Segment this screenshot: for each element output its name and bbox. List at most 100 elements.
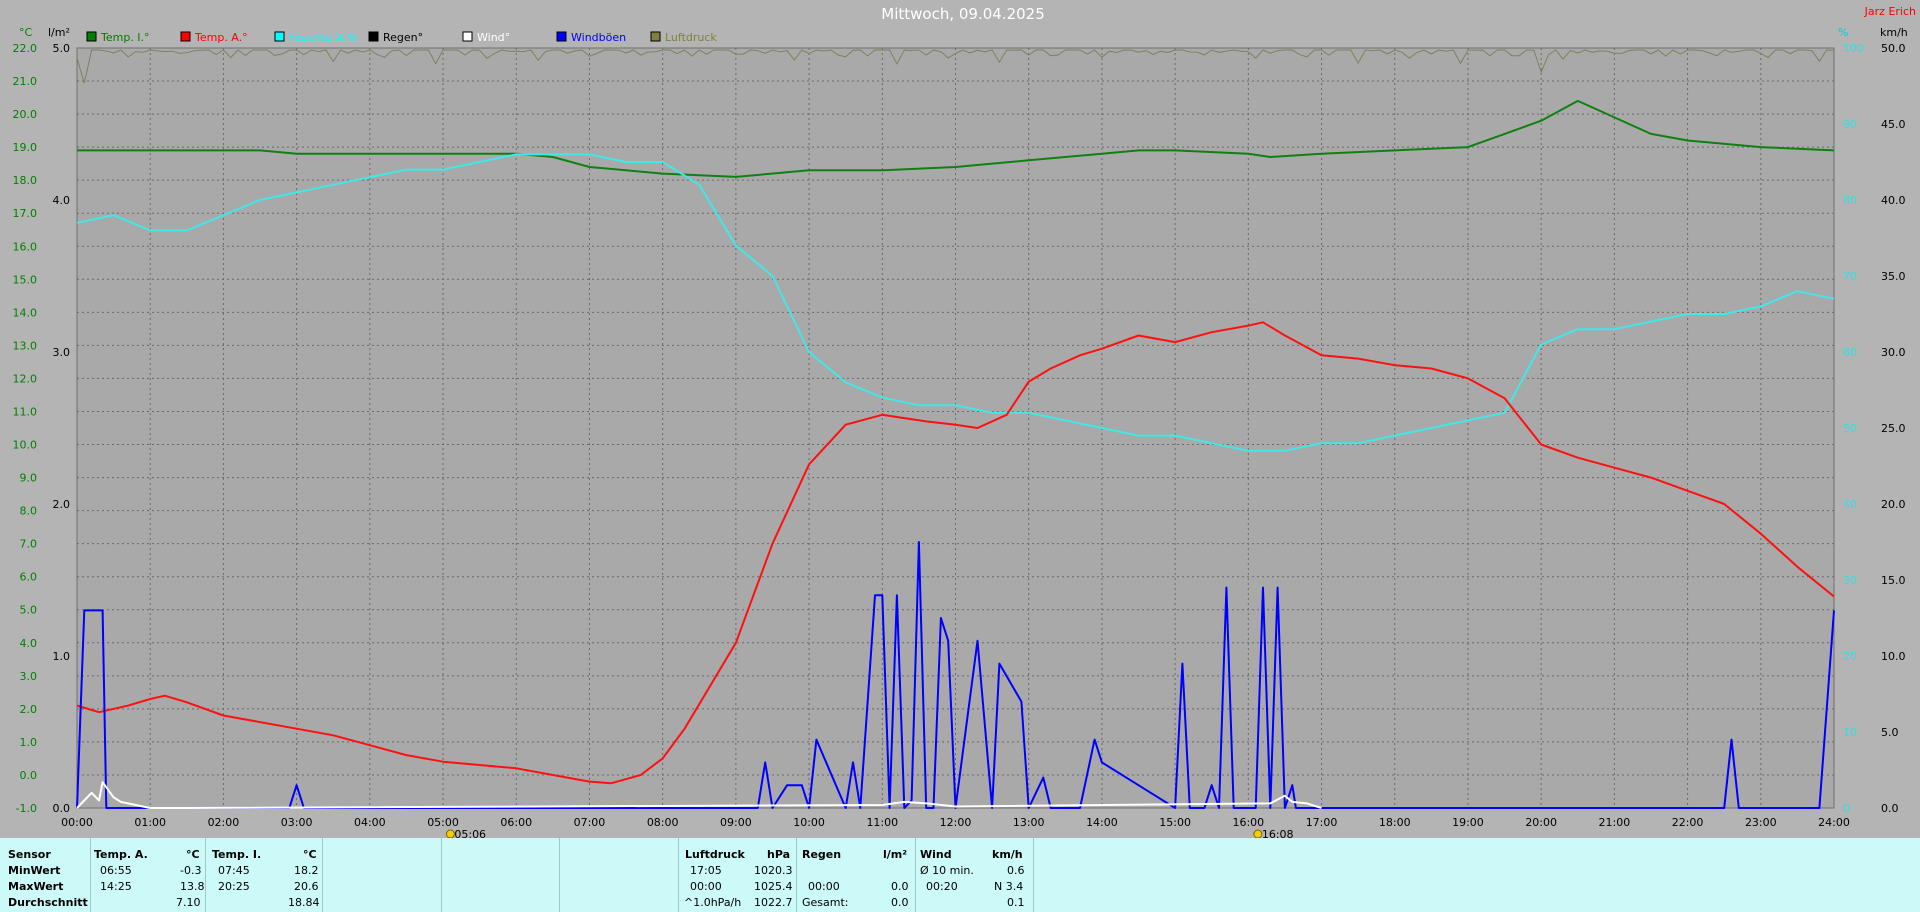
pressure-min-val: 1020.3 <box>754 864 793 877</box>
row-header-min: MinWert <box>8 864 61 877</box>
humidity-tick-label: 80 <box>1843 194 1857 207</box>
rain-axis-unit: l/m² <box>48 26 70 39</box>
pressure-min-time: 17:05 <box>690 864 722 877</box>
humidity-axis-unit: % <box>1838 26 1848 39</box>
sun-marker-label: 16:08 <box>1262 828 1294 838</box>
temp-tick-label: 18.0 <box>13 174 38 187</box>
row-header-sensor: Sensor <box>8 848 51 861</box>
rain-total-label: Gesamt: <box>802 896 849 909</box>
temp-i-unit: °C <box>303 848 317 861</box>
temp-i-min-time: 07:45 <box>218 864 250 877</box>
temp-tick-label: 2.0 <box>20 703 38 716</box>
temp-tick-label: 8.0 <box>20 505 38 518</box>
pressure-unit: hPa <box>767 848 791 861</box>
rain-max-val: 0.0 <box>891 880 909 893</box>
legend-swatch <box>556 31 567 42</box>
temp-tick-label: 17.0 <box>13 207 38 220</box>
pressure-trend: ^1.0hPa/h <box>684 896 742 909</box>
wind-tick-label: 45.0 <box>1881 118 1906 131</box>
legend-swatch <box>86 31 97 42</box>
wind-max-val: N 3.4 <box>994 880 1024 893</box>
temp-tick-label: 16.0 <box>13 240 38 253</box>
humidity-tick-label: 60 <box>1843 346 1857 359</box>
weather-chart: Mittwoch, 09.04.2025 Jarz Erich °C l/m² … <box>0 0 1920 838</box>
temp-tick-label: 6.0 <box>20 571 38 584</box>
rain-tick-label: 3.0 <box>53 346 71 359</box>
x-tick-label: 14:00 <box>1086 816 1118 829</box>
x-tick-label: 01:00 <box>134 816 166 829</box>
rain-tick-label: 0.0 <box>53 802 71 815</box>
rain-tick-label: 4.0 <box>53 194 71 207</box>
humidity-tick-label: 10 <box>1843 726 1857 739</box>
x-tick-label: 00:00 <box>61 816 93 829</box>
x-tick-label: 17:00 <box>1306 816 1338 829</box>
wind-avg-label: Ø 10 min. <box>920 864 974 877</box>
temp-a-min-time: 06:55 <box>100 864 132 877</box>
pressure-max-time: 00:00 <box>690 880 722 893</box>
temp-tick-label: 3.0 <box>20 670 38 683</box>
temp-a-max-time: 14:25 <box>100 880 132 893</box>
legend-label: Temp. A.° <box>194 31 248 44</box>
row-header-max: MaxWert <box>8 880 64 893</box>
legend-label: Temp. I.° <box>100 31 150 44</box>
x-tick-label: 02:00 <box>208 816 240 829</box>
x-tick-label: 03:00 <box>281 816 313 829</box>
pressure-max-val: 1025.4 <box>754 880 793 893</box>
temp-axis-unit: °C <box>19 26 33 39</box>
humidity-tick-label: 20 <box>1843 650 1857 663</box>
wind-max-time: 00:20 <box>926 880 958 893</box>
temp-tick-label: 10.0 <box>13 439 38 452</box>
humidity-tick-label: 100 <box>1843 42 1864 55</box>
rain-unit: l/m² <box>883 848 908 861</box>
temp-tick-label: 7.0 <box>20 538 38 551</box>
legend-label: Wind° <box>477 31 510 44</box>
sun-marker-icon <box>445 829 455 838</box>
x-tick-label: 22:00 <box>1672 816 1704 829</box>
temp-a-avg: 7.10 <box>176 896 201 909</box>
wind-tick-label: 10.0 <box>1881 650 1906 663</box>
chart-title: Mittwoch, 09.04.2025 <box>881 5 1045 23</box>
wind-tick-label: 50.0 <box>1881 42 1906 55</box>
rain-tick-label: 5.0 <box>53 42 71 55</box>
wind-avg-val: 0.6 <box>1007 864 1025 877</box>
legend-label: Feuchte A.% <box>289 31 357 44</box>
x-tick-label: 04:00 <box>354 816 386 829</box>
humidity-tick-label: 90 <box>1843 118 1857 131</box>
temp-tick-label: 5.0 <box>20 604 38 617</box>
temp-a-max-val: 13.8 <box>180 880 205 893</box>
x-tick-label: 18:00 <box>1379 816 1411 829</box>
temp-i-min-val: 18.2 <box>294 864 319 877</box>
temp-i-max-time: 20:25 <box>218 880 250 893</box>
wind-tick-label: 20.0 <box>1881 498 1906 511</box>
temp-tick-label: 19.0 <box>13 141 38 154</box>
temp-tick-label: -1.0 <box>16 802 37 815</box>
x-tick-label: 08:00 <box>647 816 679 829</box>
x-tick-label: 11:00 <box>866 816 898 829</box>
temp-tick-label: 12.0 <box>13 372 38 385</box>
x-tick-label: 19:00 <box>1452 816 1484 829</box>
wind-unit: km/h <box>992 848 1023 861</box>
temp-a-unit: °C <box>186 848 200 861</box>
temp-tick-label: 14.0 <box>13 306 38 319</box>
temp-tick-label: 1.0 <box>20 736 38 749</box>
wind-mean: 0.1 <box>1007 896 1025 909</box>
row-header-avg: Durchschnitt <box>8 896 88 909</box>
temp-tick-label: 11.0 <box>13 405 38 418</box>
temp-tick-label: 15.0 <box>13 273 38 286</box>
humidity-tick-label: 50 <box>1843 422 1857 435</box>
temp-i-max-val: 20.6 <box>294 880 319 893</box>
legend-label: Luftdruck <box>665 31 717 44</box>
legend-swatch <box>180 31 191 42</box>
sun-marker-icon <box>1253 829 1263 838</box>
temp-tick-label: 0.0 <box>20 769 38 782</box>
legend-swatch <box>274 31 285 42</box>
x-tick-label: 24:00 <box>1818 816 1850 829</box>
temp-tick-label: 20.0 <box>13 108 38 121</box>
rain-max-time: 00:00 <box>808 880 840 893</box>
legend-swatch <box>650 31 661 42</box>
x-tick-label: 06:00 <box>500 816 532 829</box>
rain-title: Regen <box>802 848 842 861</box>
x-tick-label: 12:00 <box>940 816 972 829</box>
wind-tick-label: 15.0 <box>1881 574 1906 587</box>
temp-tick-label: 22.0 <box>13 42 38 55</box>
